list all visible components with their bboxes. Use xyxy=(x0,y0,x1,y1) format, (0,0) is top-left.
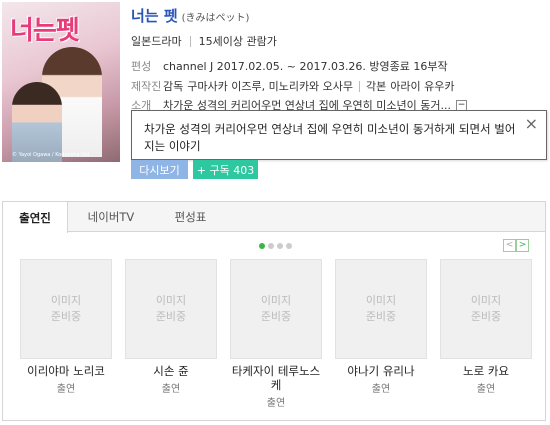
original-title: (きみはペット) xyxy=(181,13,250,24)
cast-role: 출연 xyxy=(476,384,496,395)
writer-link[interactable]: 아라이 유우카 xyxy=(390,78,454,94)
genre-rating-line: 일본드라마 15세이상 관람가 xyxy=(131,33,277,49)
next-arrow-icon[interactable]: > xyxy=(516,239,529,252)
writer-role: 각본 xyxy=(366,80,387,93)
carousel-arrows: < > xyxy=(503,239,529,252)
intro-toggle-button[interactable]: − xyxy=(455,99,467,111)
poster-figure xyxy=(12,82,62,162)
director-links[interactable]: 구마사카 이즈루, 미노리카와 오사무 xyxy=(187,78,353,94)
cast-panel: 출연진 네이버TV 편성표 < > 이미지 준비중 이리야마 노리코 출연 이미… xyxy=(2,201,546,421)
close-icon[interactable]: × xyxy=(525,116,538,132)
tab-schedule[interactable]: 편성표 xyxy=(153,202,228,232)
cast-name[interactable]: 야나기 유리나 xyxy=(335,364,427,378)
cast-name[interactable]: 타케자이 테루노스케 xyxy=(230,364,322,392)
divider xyxy=(189,35,191,47)
cast-photo-placeholder[interactable]: 이미지 준비중 xyxy=(20,259,112,359)
replay-button[interactable]: 다시보기 xyxy=(131,160,188,179)
genre: 일본드라마 xyxy=(131,35,182,48)
tab-navertv[interactable]: 네이버TV xyxy=(71,202,151,232)
cast-photo-placeholder[interactable]: 이미지 준비중 xyxy=(440,259,532,359)
page-dot[interactable] xyxy=(268,243,274,249)
page-dot[interactable] xyxy=(259,243,265,249)
show-title-block: 너는 펫 (きみはペット) xyxy=(131,5,249,26)
poster-title-art: 너는펫 xyxy=(10,16,80,46)
divider xyxy=(359,80,361,92)
broadcast-value: channel J 2017.02.05. ~ 2017.03.26. 방영종료… xyxy=(163,60,448,73)
drama-poster[interactable]: 너는펫 © Yayoi Ogawa / Kodansha Ltd. xyxy=(2,2,120,162)
cast-photo-placeholder[interactable]: 이미지 준비중 xyxy=(125,259,217,359)
subscribe-button[interactable]: + 구독 403 xyxy=(193,160,258,179)
poster-copyright: © Yayoi Ogawa / Kodansha Ltd. xyxy=(12,152,91,158)
cast-role: 출연 xyxy=(161,384,181,395)
page-dot[interactable] xyxy=(286,243,292,249)
production-label: 제작진 xyxy=(131,80,162,93)
page-dot[interactable] xyxy=(277,243,283,249)
cast-role: 출연 xyxy=(371,384,391,395)
intro-full-text: 차가운 성격의 커리어우먼 연상녀 집에 우연히 미소년이 동거하게 되면서 벌… xyxy=(144,122,516,153)
cast-card[interactable]: 이미지 준비중 노로 카요 출연 xyxy=(440,259,532,395)
intro-tooltip: 차가운 성격의 커리어우먼 연상녀 집에 우연히 미소년이 동거하게 되면서 벌… xyxy=(131,110,547,160)
cast-card[interactable]: 이미지 준비중 야나기 유리나 출연 xyxy=(335,259,427,395)
director-role: 감독 xyxy=(163,80,184,93)
cast-photo-placeholder[interactable]: 이미지 준비중 xyxy=(335,259,427,359)
age-rating: 15세이상 관람가 xyxy=(198,35,277,48)
cast-photo-placeholder[interactable]: 이미지 준비중 xyxy=(230,259,322,359)
cast-name[interactable]: 이리야마 노리코 xyxy=(20,364,112,378)
show-title[interactable]: 너는 펫 xyxy=(131,5,178,26)
cast-card[interactable]: 이미지 준비중 시손 쥰 출연 xyxy=(125,259,217,395)
cast-name[interactable]: 노로 카요 xyxy=(440,364,532,378)
carousel-pagination xyxy=(259,243,292,249)
cast-name[interactable]: 시손 쥰 xyxy=(125,364,217,378)
cast-card[interactable]: 이미지 준비중 이리야마 노리코 출연 xyxy=(20,259,112,395)
tab-bar: 출연진 네이버TV 편성표 xyxy=(3,202,545,233)
cast-role: 출연 xyxy=(266,398,286,409)
tab-cast[interactable]: 출연진 xyxy=(3,202,68,233)
broadcast-row: 편성 channel J 2017.02.05. ~ 2017.03.26. 방… xyxy=(131,58,448,74)
cast-role: 출연 xyxy=(56,384,76,395)
prev-arrow-icon[interactable]: < xyxy=(503,239,516,252)
broadcast-label: 편성 xyxy=(131,60,152,73)
production-row: 제작진 감독 구마사카 이즈루, 미노리카와 오사무 각본 아라이 유우카 xyxy=(131,78,455,94)
cast-card[interactable]: 이미지 준비중 타케자이 테루노스케 출연 xyxy=(230,259,322,409)
